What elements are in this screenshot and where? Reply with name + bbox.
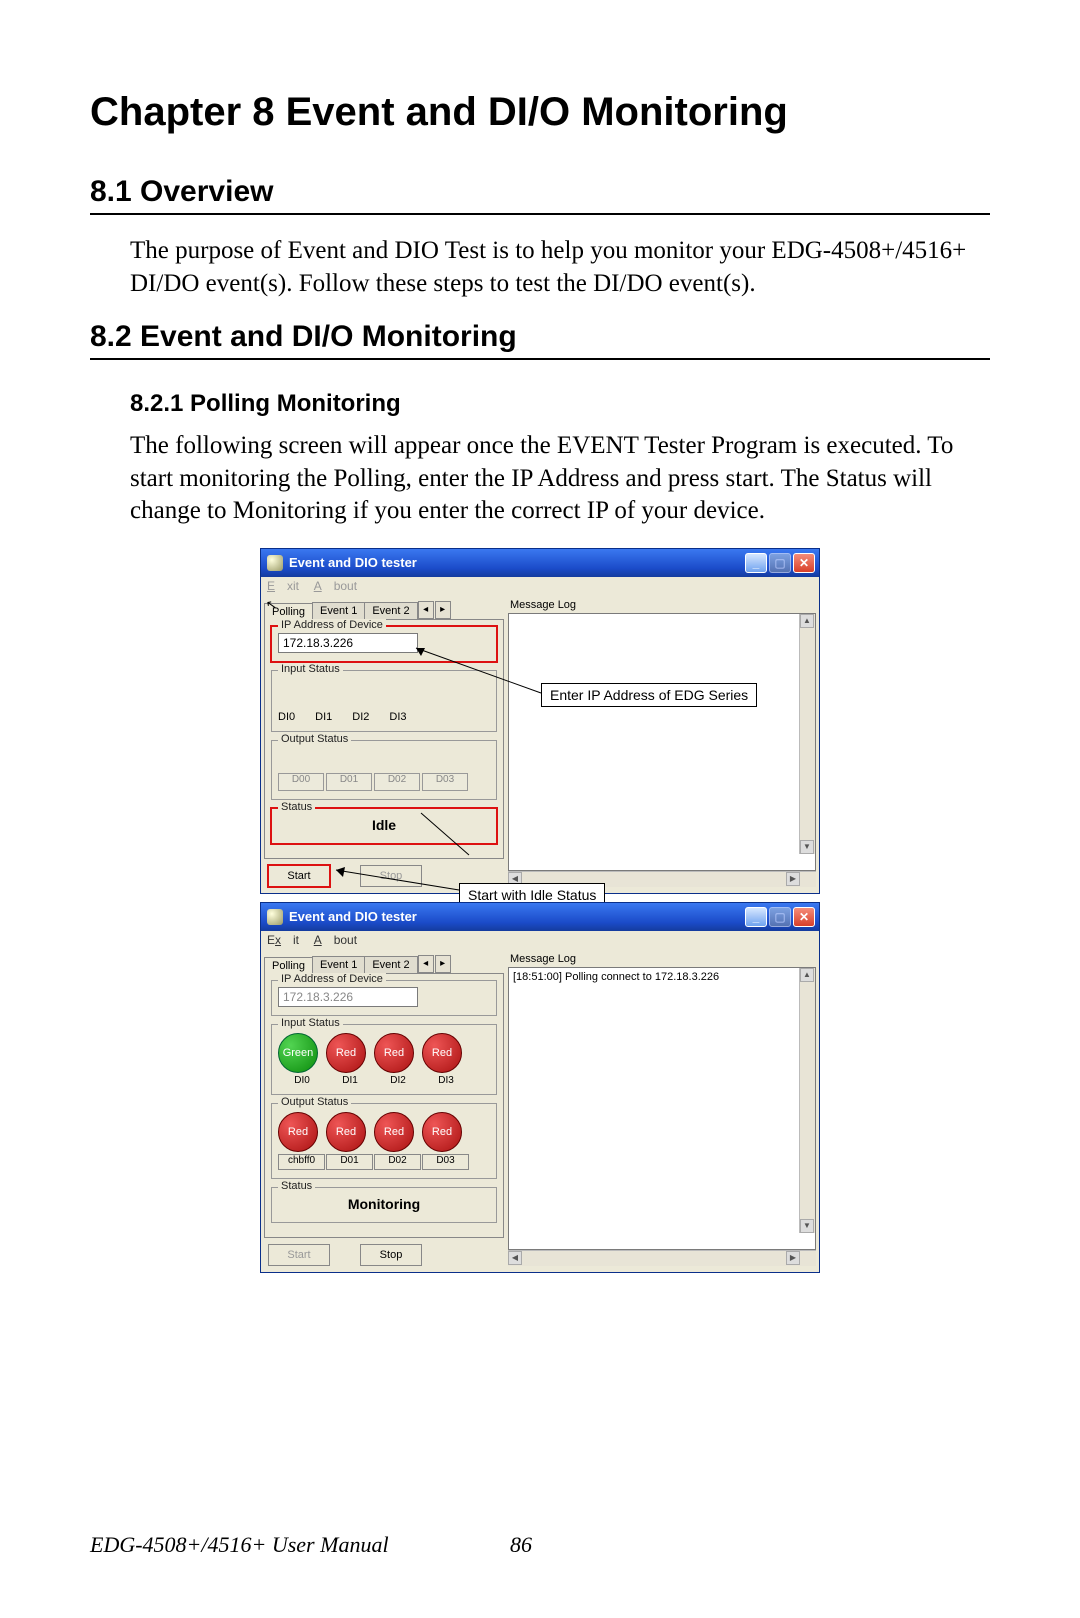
tab-event2[interactable]: Event 2: [364, 602, 417, 619]
di0-led: Green: [278, 1033, 318, 1073]
app-icon: [267, 555, 283, 571]
di2-label: DI2: [374, 1075, 422, 1086]
scroll-right-icon[interactable]: ▶: [786, 872, 800, 886]
tab-event1[interactable]: Event 1: [312, 956, 365, 973]
tab-scroll-right-icon[interactable]: ▸: [435, 601, 451, 619]
tab-scroll-right-icon[interactable]: ▸: [435, 955, 451, 973]
section-8-1-body: The purpose of Event and DIO Test is to …: [130, 235, 990, 300]
do1-button[interactable]: D01: [326, 773, 372, 791]
scroll-up-icon[interactable]: ▲: [800, 614, 814, 628]
arrow-status-icon: [421, 813, 481, 863]
di0-label: DI0: [278, 711, 295, 723]
message-log-label: Message Log: [508, 597, 816, 613]
start-button: Start: [268, 1244, 330, 1266]
tab-event2[interactable]: Event 2: [364, 956, 417, 973]
vertical-scrollbar[interactable]: ▲ ▼: [799, 968, 815, 1233]
do1-led: Red: [326, 1112, 366, 1152]
do2-button[interactable]: D02: [374, 1154, 421, 1170]
ip-input[interactable]: 172.18.3.226: [278, 633, 418, 653]
scroll-right-icon[interactable]: ▶: [786, 1251, 800, 1265]
vertical-scrollbar[interactable]: ▲ ▼: [799, 614, 815, 854]
input-status-legend: Input Status: [278, 1017, 343, 1029]
scroll-up-icon[interactable]: ▲: [800, 968, 814, 982]
do0-button[interactable]: chbff0: [278, 1154, 325, 1170]
tab-event1[interactable]: Event 1: [312, 602, 365, 619]
status-legend: Status: [278, 801, 315, 813]
page-number: 86: [510, 1532, 532, 1558]
ip-legend: IP Address of Device: [278, 619, 386, 631]
titlebar[interactable]: Event and DIO tester _ ▢ ✕: [261, 549, 819, 577]
chapter-title: Chapter 8 Event and DI/O Monitoring: [90, 90, 990, 135]
horizontal-scrollbar[interactable]: ◀ ▶: [508, 1250, 816, 1266]
log-line: [18:51:00] Polling connect to 172.18.3.2…: [513, 971, 719, 983]
di1-label: DI1: [315, 711, 332, 723]
menu-about[interactable]: About: [314, 579, 357, 593]
scroll-left-icon[interactable]: ◀: [508, 1251, 522, 1265]
do3-led: Red: [422, 1112, 462, 1152]
group-output-status: Output Status D00 D01 D02 D03: [271, 740, 497, 800]
tab-scroll-left-icon[interactable]: ◂: [418, 601, 434, 619]
message-log[interactable]: ▲ ▼: [508, 613, 816, 871]
di0-label: DI0: [278, 1075, 326, 1086]
section-8-1-title: 8.1 Overview: [90, 175, 990, 215]
output-status-legend: Output Status: [278, 1096, 351, 1108]
do3-button[interactable]: D03: [422, 1154, 469, 1170]
window-monitoring: Event and DIO tester _ ▢ ✕ Exit About Po…: [260, 902, 820, 1273]
maximize-button: ▢: [769, 907, 791, 927]
do0-button[interactable]: D00: [278, 773, 324, 791]
message-log-label: Message Log: [508, 951, 816, 967]
ip-legend: IP Address of Device: [278, 973, 386, 985]
ip-input: 172.18.3.226: [278, 987, 418, 1007]
footer-manual-title: EDG-4508+/4516+ User Manual: [90, 1532, 389, 1558]
do2-led: Red: [374, 1112, 414, 1152]
output-status-legend: Output Status: [278, 733, 351, 745]
section-8-2-title: 8.2 Event and DI/O Monitoring: [90, 320, 990, 360]
group-input-status: Input Status Green Red Red Red DI0 DI1 D…: [271, 1024, 497, 1095]
do1-button[interactable]: D01: [326, 1154, 373, 1170]
minimize-button[interactable]: _: [745, 553, 767, 573]
tab-polling[interactable]: Polling: [264, 957, 313, 974]
di1-label: DI1: [326, 1075, 374, 1086]
start-button[interactable]: Start↖: [268, 865, 330, 887]
menubar: Exit About: [261, 931, 819, 949]
stop-button[interactable]: Stop: [360, 1244, 422, 1266]
menu-exit[interactable]: Exit: [267, 579, 299, 593]
di3-label: DI3: [422, 1075, 470, 1086]
scroll-down-icon[interactable]: ▼: [800, 840, 814, 854]
subsection-8-2-1-title: 8.2.1 Polling Monitoring: [130, 390, 990, 418]
status-value: Monitoring: [278, 1194, 490, 1214]
window-title: Event and DIO tester: [289, 555, 417, 570]
menu-about[interactable]: About: [314, 933, 357, 947]
di2-led: Red: [374, 1033, 414, 1073]
window-title: Event and DIO tester: [289, 909, 417, 924]
group-status: Status Monitoring: [271, 1187, 497, 1223]
titlebar[interactable]: Event and DIO tester _ ▢ ✕: [261, 903, 819, 931]
maximize-button: ▢: [769, 553, 791, 573]
tab-scroll-left-icon[interactable]: ◂: [418, 955, 434, 973]
close-button[interactable]: ✕: [793, 907, 815, 927]
callout-ip: Enter IP Address of EDG Series: [541, 683, 757, 707]
di3-led: Red: [422, 1033, 462, 1073]
di1-led: Red: [326, 1033, 366, 1073]
arrow-start-icon: [331, 865, 471, 895]
menubar: Exit About: [261, 577, 819, 595]
group-ip-address: IP Address of Device 172.18.3.226: [271, 980, 497, 1016]
close-button[interactable]: ✕: [793, 553, 815, 573]
di3-label: DI3: [389, 711, 406, 723]
minimize-button[interactable]: _: [745, 907, 767, 927]
scroll-down-icon[interactable]: ▼: [800, 1219, 814, 1233]
input-status-legend: Input Status: [278, 663, 343, 675]
menu-exit[interactable]: Exit: [267, 933, 299, 947]
do2-button[interactable]: D02: [374, 773, 420, 791]
arrow-ip-icon: [411, 643, 551, 703]
window-idle: Event and DIO tester _ ▢ ✕ Exit About Po…: [260, 548, 820, 894]
do3-button[interactable]: D03: [422, 773, 468, 791]
message-log[interactable]: [18:51:00] Polling connect to 172.18.3.2…: [508, 967, 816, 1250]
do0-led: Red: [278, 1112, 318, 1152]
status-legend: Status: [278, 1180, 315, 1192]
subsection-8-2-1-body: The following screen will appear once th…: [130, 430, 990, 528]
group-output-status: Output Status Red Red Red Red chbff0 D01…: [271, 1103, 497, 1179]
di2-label: DI2: [352, 711, 369, 723]
app-icon: [267, 909, 283, 925]
